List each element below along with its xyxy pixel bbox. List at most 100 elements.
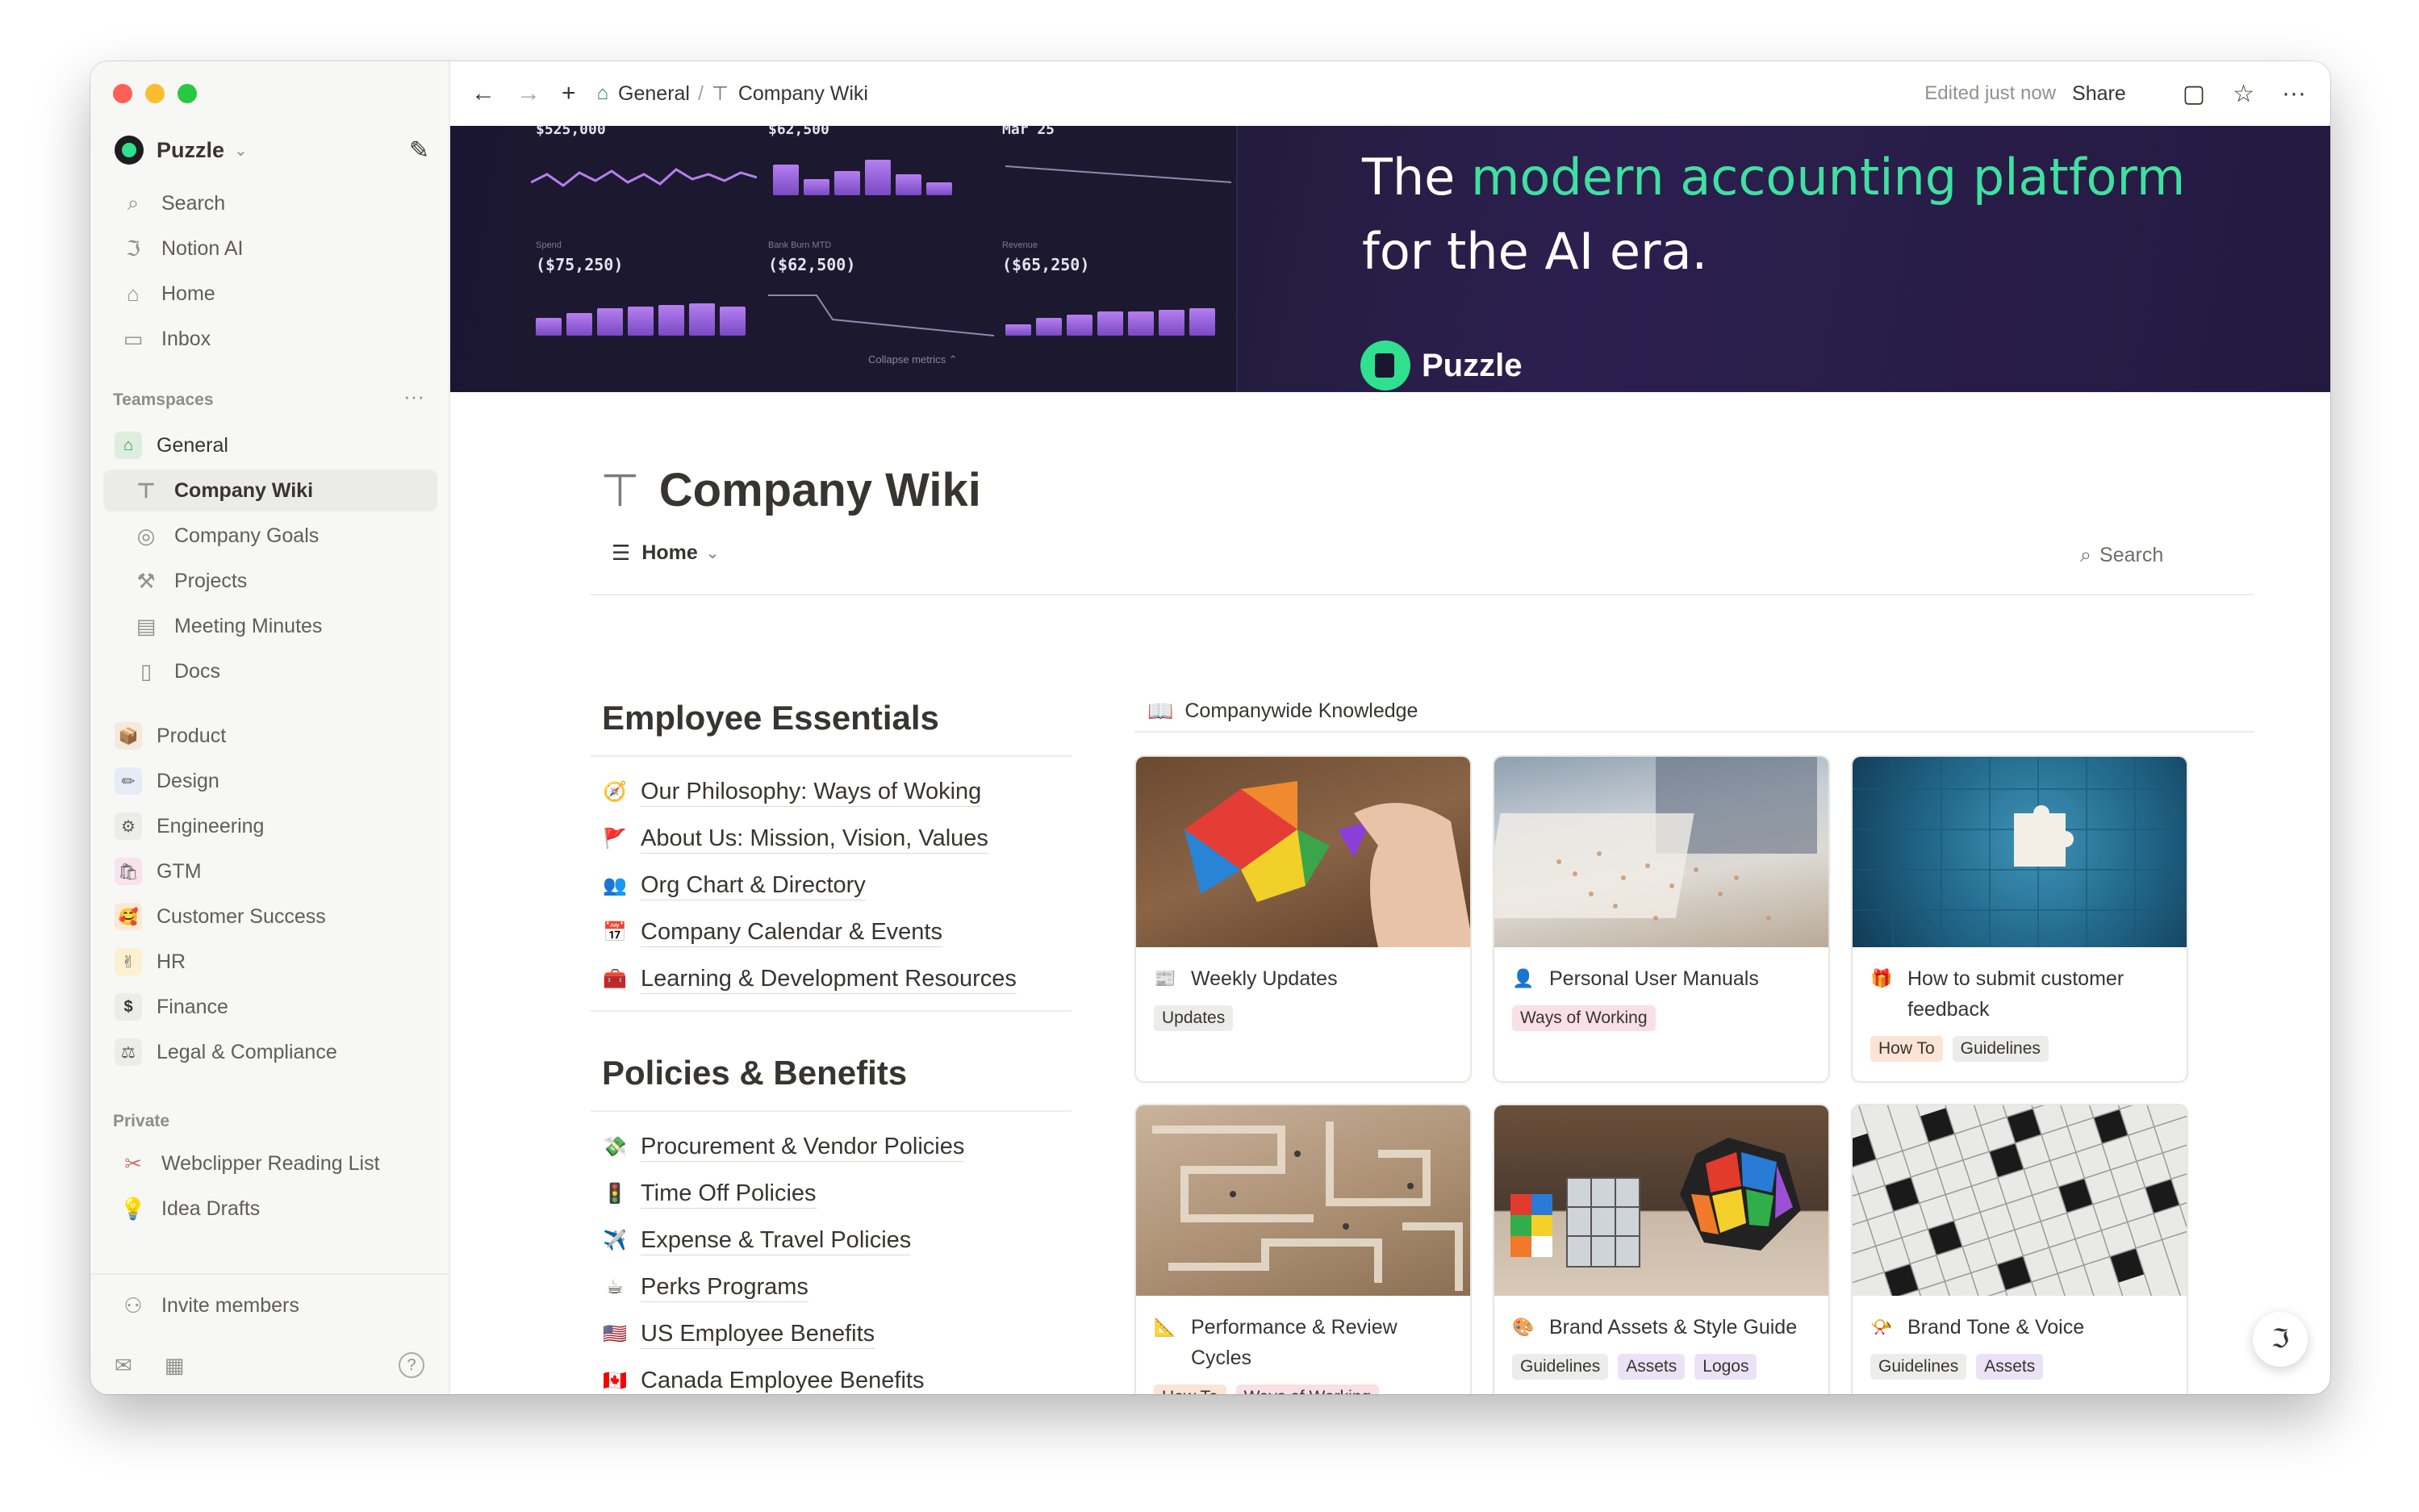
- sidebar-item-finance[interactable]: $ Finance: [103, 986, 437, 1028]
- list-icon: ☰: [612, 541, 631, 565]
- link-label: Expense & Travel Policies: [641, 1226, 912, 1255]
- new-page-icon[interactable]: ✎: [409, 136, 429, 165]
- page-header: ⊤ Company Wiki: [600, 463, 981, 517]
- share-button[interactable]: Share: [2072, 82, 2126, 106]
- close-window-button[interactable]: [113, 84, 132, 103]
- sidebar-item-company-wiki[interactable]: ⊤ Company Wiki: [103, 470, 437, 512]
- view-divider: [591, 594, 2254, 595]
- sidebar-item-legal[interactable]: ⚖ Legal & Compliance: [103, 1031, 437, 1073]
- panel-value: ($75,250): [536, 255, 624, 274]
- maze-photo: [1136, 1105, 1470, 1296]
- sidebar-item-engineering[interactable]: ⚙ Engineering: [103, 805, 437, 847]
- add-icon[interactable]: +: [562, 80, 576, 107]
- sidebar-item-label: Engineering: [157, 814, 265, 837]
- sidebar-item-label: Home: [161, 282, 215, 305]
- back-arrow-icon[interactable]: ←: [471, 80, 495, 107]
- more-icon[interactable]: ···: [2282, 80, 2306, 107]
- tag: Ways of Working: [1235, 1385, 1380, 1394]
- page-title[interactable]: Company Wiki: [659, 463, 981, 517]
- sidebar-item-customer-success[interactable]: 🥰 Customer Success: [103, 896, 437, 938]
- org-chart-icon: ⊤: [136, 478, 156, 503]
- notion-ai-icon: ℑ: [125, 236, 141, 261]
- calendar-app-icon[interactable]: ▦: [165, 1353, 185, 1378]
- list-item[interactable]: 🚩 About Us: Mission, Vision, Values: [591, 815, 1072, 862]
- list-item[interactable]: 🚦 Time Off Policies: [591, 1170, 1072, 1217]
- more-icon[interactable]: ···: [403, 384, 424, 409]
- minimize-window-button[interactable]: [145, 84, 165, 103]
- list-item[interactable]: ✈️ Expense & Travel Policies: [591, 1217, 1072, 1263]
- line-sparkline: [1005, 165, 1231, 183]
- sidebar: Puzzle ⌄ ✎ ⌕ Search ℑ Notion AI ⌂ Home ▭…: [90, 61, 450, 1394]
- list-item[interactable]: ☕ Perks Programs: [591, 1263, 1072, 1310]
- coffee-icon: ☕: [606, 1276, 624, 1298]
- link-label: US Employee Benefits: [641, 1319, 875, 1349]
- mail-icon[interactable]: ✉: [115, 1353, 132, 1378]
- sidebar-item-general[interactable]: ⌂ General: [103, 424, 437, 466]
- maze-illustration: [1152, 1121, 1463, 1291]
- gallery-card[interactable]: 🎁 How to submit customer feedback How To …: [1851, 755, 2188, 1083]
- list-item[interactable]: 🧭 Our Philosophy: Ways of Woking: [591, 768, 1072, 815]
- card-title-text: Weekly Updates: [1191, 967, 1338, 990]
- card-tags: How To Ways of Working: [1154, 1385, 1452, 1394]
- gallery-card[interactable]: 📰 Weekly Updates Updates: [1134, 755, 1472, 1083]
- gallery-card[interactable]: 🎨 Brand Assets & Style Guide Guidelines A…: [1493, 1104, 1830, 1394]
- notion-ai-button[interactable]: ℑ: [2253, 1312, 2308, 1367]
- workspace-switcher[interactable]: Puzzle ⌄ ✎: [115, 132, 429, 168]
- policies-list: 💸 Procurement & Vendor Policies 🚦 Time Off…: [591, 1112, 1072, 1394]
- sidebar-item-company-goals[interactable]: ◎ Company Goals: [103, 515, 437, 557]
- forward-arrow-icon[interactable]: →: [516, 80, 541, 107]
- breadcrumb-company-wiki[interactable]: Company Wiki: [738, 82, 868, 106]
- link-label: Canada Employee Benefits: [641, 1366, 924, 1395]
- horn-icon: 📯: [1870, 1317, 1893, 1337]
- calendar-icon: ▤: [136, 613, 157, 638]
- blue-puzzle-photo: [1853, 757, 2187, 947]
- workspace-name: Puzzle: [157, 137, 225, 162]
- sidebar-item-gtm[interactable]: 🛍 GTM: [103, 850, 437, 892]
- comment-icon[interactable]: ▢: [2183, 80, 2205, 108]
- zoom-window-button[interactable]: [178, 84, 197, 103]
- list-item[interactable]: 🇨🇦 Canada Employee Benefits: [591, 1357, 1072, 1394]
- sidebar-item-idea-drafts[interactable]: 💡 Idea Drafts: [103, 1188, 437, 1230]
- sidebar-item-docs[interactable]: ▯ Docs: [103, 650, 437, 692]
- top-bar: ← → + ⌂ General / ⊤ Company Wiki Edited …: [450, 61, 2330, 126]
- list-item[interactable]: 💸 Procurement & Vendor Policies: [591, 1123, 1072, 1170]
- list-item[interactable]: 🧰 Learning & Development Resources: [591, 955, 1072, 1002]
- sidebar-item-label: Company Wiki: [174, 478, 314, 502]
- list-item[interactable]: 📅 Company Calendar & Events: [591, 908, 1072, 955]
- gallery-card[interactable]: 📐 Performance & Review Cycles How To Ways…: [1134, 1104, 1472, 1394]
- chevron-down-icon: ⌄: [234, 141, 248, 160]
- invite-members-button[interactable]: ⚇ Invite members: [103, 1284, 437, 1326]
- teamspaces-label: Teamspaces: [113, 391, 214, 409]
- sidebar-item-meeting-minutes[interactable]: ▤ Meeting Minutes: [103, 605, 437, 647]
- gallery-card[interactable]: 📯 Brand Tone & Voice Guidelines Assets: [1851, 1104, 2188, 1394]
- sidebar-item-search[interactable]: ⌕ Search: [103, 182, 437, 224]
- companywide-knowledge-heading: Companywide Knowledge: [1184, 699, 1418, 722]
- list-item[interactable]: 👥 Org Chart & Directory: [591, 862, 1072, 908]
- sidebar-item-inbox[interactable]: ▭ Inbox: [103, 318, 437, 360]
- compass-icon: 🧭: [603, 780, 627, 803]
- star-icon[interactable]: ☆: [2233, 80, 2254, 108]
- sidebar-item-label: Docs: [174, 659, 220, 683]
- sidebar-item-webclipper[interactable]: ✂ Webclipper Reading List: [103, 1142, 437, 1184]
- tag: Assets: [1976, 1354, 2044, 1380]
- gallery-card[interactable]: 👤 Personal User Manuals Ways of Working: [1493, 755, 1830, 1083]
- page-search-button[interactable]: ⌕ Search: [2080, 544, 2163, 567]
- breadcrumb-general[interactable]: General: [618, 82, 690, 106]
- private-label: Private: [113, 1112, 170, 1130]
- sidebar-item-projects[interactable]: ⚒ Projects: [103, 560, 437, 602]
- org-chart-icon[interactable]: ⊤: [600, 464, 640, 517]
- view-tab-home[interactable]: ☰ Home ⌄: [612, 541, 720, 566]
- tag: Ways of Working: [1512, 1005, 1656, 1031]
- sidebar-item-label: Meeting Minutes: [174, 614, 323, 637]
- newspaper-icon: 📰: [1154, 968, 1176, 988]
- triangle-ruler-icon: 📐: [1154, 1317, 1176, 1337]
- sidebar-item-design[interactable]: ✏ Design: [103, 760, 437, 802]
- sidebar-item-hr[interactable]: ✌ HR: [103, 941, 437, 983]
- sidebar-item-home[interactable]: ⌂ Home: [103, 273, 437, 315]
- card-title: 🎁 How to submit customer feedback: [1870, 963, 2169, 1025]
- help-icon[interactable]: ?: [399, 1352, 424, 1378]
- sidebar-item-notion-ai[interactable]: ℑ Notion AI: [103, 228, 437, 269]
- sidebar-item-product[interactable]: 📦 Product: [103, 715, 437, 757]
- list-item[interactable]: 🇺🇸 US Employee Benefits: [591, 1310, 1072, 1357]
- card-tags: How To Guidelines: [1870, 1036, 2169, 1062]
